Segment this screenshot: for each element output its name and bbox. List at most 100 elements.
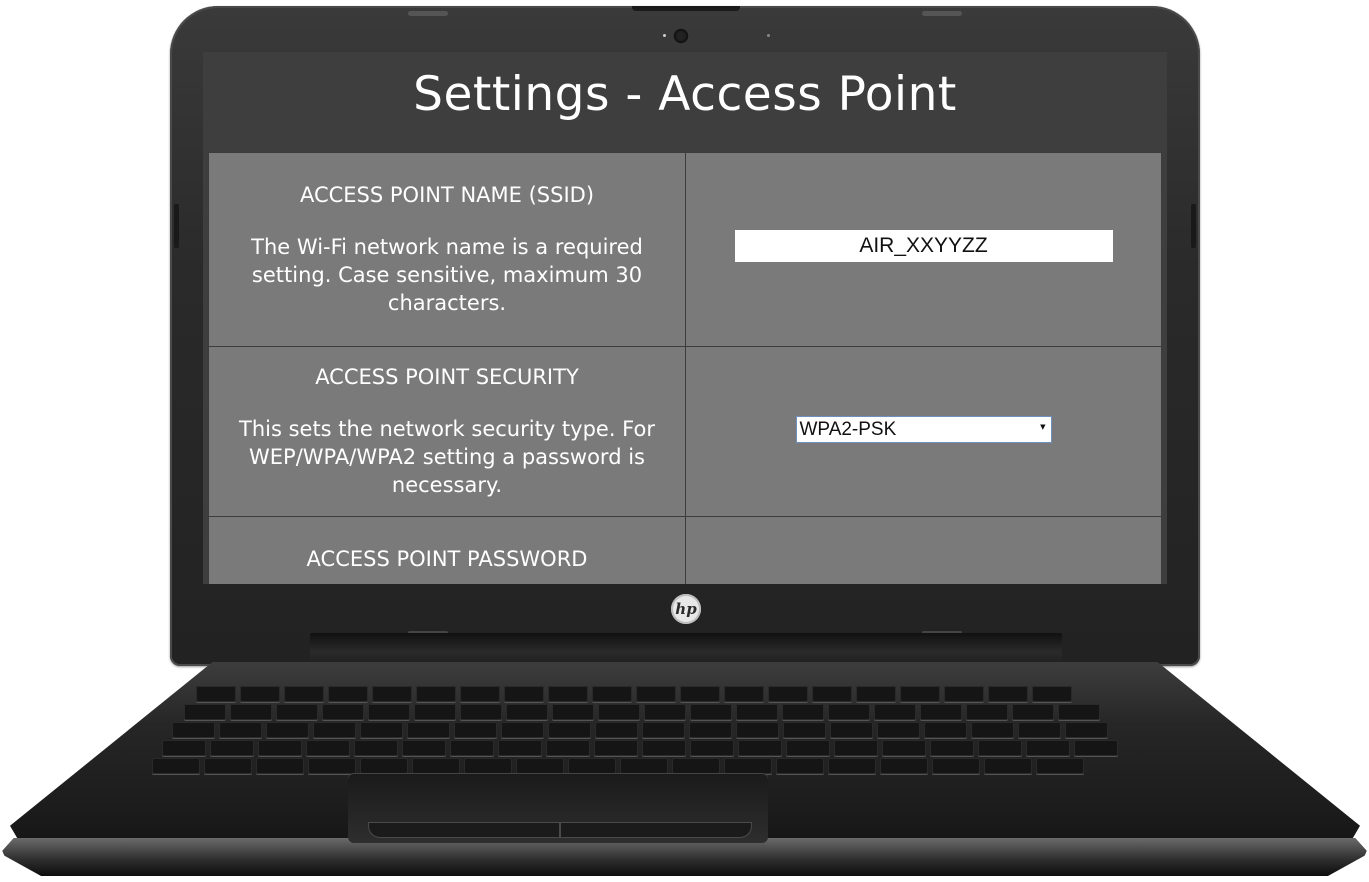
setting-label-cell: ACCESS POINT SECURITY This sets the netw…	[208, 346, 686, 517]
keyboard-key	[920, 704, 962, 720]
keyboard-key	[971, 722, 1014, 738]
keyboard-key	[736, 704, 778, 720]
keyboard-row	[196, 686, 1072, 702]
webcam-icon	[673, 28, 689, 44]
setting-row-security: ACCESS POINT SECURITY This sets the netw…	[208, 346, 1162, 517]
keyboard-key	[598, 704, 640, 720]
keyboard-key	[162, 740, 206, 756]
keyboard-key	[724, 686, 764, 702]
keyboard	[148, 686, 1218, 776]
keyboard-key	[966, 704, 1008, 720]
keyboard-key	[506, 704, 548, 720]
keyboard-key	[738, 740, 782, 756]
setting-name: ACCESS POINT PASSWORD	[306, 547, 588, 571]
keyboard-key	[877, 722, 920, 738]
keyboard-key	[812, 686, 852, 702]
keyboard-key	[313, 722, 356, 738]
keyboard-key	[978, 740, 1022, 756]
keyboard-key	[407, 722, 450, 738]
mic-dot-right	[767, 34, 770, 37]
keyboard-key	[834, 740, 878, 756]
keyboard-key	[689, 722, 732, 738]
keyboard-key	[184, 704, 226, 720]
keyboard-key	[1058, 704, 1100, 720]
keyboard-key	[636, 686, 676, 702]
keyboard-key	[172, 722, 215, 738]
keyboard-key	[944, 686, 984, 702]
keyboard-key	[642, 722, 685, 738]
security-type-select[interactable]: WPA2-PSK ▼	[795, 416, 1052, 443]
keyboard-key	[546, 740, 590, 756]
keyboard-row	[184, 704, 1100, 720]
setting-description: The Wi-Fi network name is a required set…	[251, 234, 643, 315]
keyboard-key	[736, 722, 779, 738]
keyboard-key	[932, 758, 980, 774]
keyboard-key	[196, 686, 236, 702]
keyboard-key	[930, 740, 974, 756]
ssid-input[interactable]	[734, 230, 1113, 262]
keyboard-key	[856, 686, 896, 702]
keyboard-key	[690, 704, 732, 720]
keyboard-key	[768, 686, 808, 702]
keyboard-key	[230, 704, 272, 720]
keyboard-key	[219, 722, 262, 738]
keyboard-key	[416, 686, 456, 702]
setting-label-cell: ACCESS POINT PASSWORD	[208, 516, 686, 584]
keyboard-key	[204, 758, 252, 774]
keyboard-key	[620, 758, 668, 774]
keyboard-key	[776, 758, 824, 774]
setting-label-cell: ACCESS POINT NAME (SSID) The Wi-Fi netwo…	[208, 152, 686, 347]
keyboard-key	[1032, 686, 1072, 702]
keyboard-key	[592, 686, 632, 702]
keyboard-key	[724, 758, 772, 774]
keyboard-row	[162, 740, 1118, 756]
keyboard-key	[368, 704, 410, 720]
setting-name: ACCESS POINT SECURITY	[315, 364, 579, 389]
keyboard-key	[548, 722, 591, 738]
keyboard-key	[276, 704, 318, 720]
keyboard-key	[680, 686, 720, 702]
keyboard-key	[783, 722, 826, 738]
keyboard-key	[360, 758, 408, 774]
dropdown-arrow-icon: ▼	[1040, 423, 1046, 431]
keyboard-key	[988, 686, 1028, 702]
keyboard-key	[412, 758, 460, 774]
keyboard-key	[642, 740, 686, 756]
keyboard-key	[830, 722, 873, 738]
setting-control-cell: WPA2-PSK ▼	[685, 346, 1162, 517]
keyboard-key	[354, 740, 398, 756]
setting-control-cell	[685, 516, 1162, 584]
keyboard-key	[414, 704, 456, 720]
touchpad-left-button	[368, 822, 560, 838]
keyboard-key	[568, 758, 616, 774]
laptop-screen: Settings - Access Point ACCESS POINT NAM…	[203, 52, 1167, 584]
lid-side-right	[1191, 204, 1196, 248]
setting-control-cell	[685, 152, 1162, 347]
page-title: Settings - Access Point	[413, 67, 957, 122]
keyboard-key	[266, 722, 309, 738]
keyboard-key	[984, 758, 1032, 774]
keyboard-key	[1036, 758, 1084, 774]
keyboard-key	[924, 722, 967, 738]
keyboard-key	[258, 740, 302, 756]
keyboard-key	[1018, 722, 1061, 738]
keyboard-key	[1074, 740, 1118, 756]
keyboard-key	[874, 704, 916, 720]
keyboard-key	[504, 686, 544, 702]
keyboard-key	[460, 686, 500, 702]
keyboard-key	[1065, 722, 1108, 738]
keyboard-key	[460, 704, 502, 720]
keyboard-key	[828, 758, 876, 774]
keyboard-key	[322, 704, 364, 720]
keyboard-key	[672, 758, 720, 774]
laptop-base-edge	[0, 838, 1369, 876]
keyboard-key	[360, 722, 403, 738]
setting-description: This sets the network security type. For…	[239, 416, 655, 497]
keyboard-row	[152, 758, 1084, 774]
keyboard-key	[516, 758, 564, 774]
keyboard-key	[782, 704, 824, 720]
keyboard-key	[786, 740, 830, 756]
keyboard-key	[454, 722, 497, 738]
keyboard-key	[501, 722, 544, 738]
lid-notch	[632, 6, 740, 11]
